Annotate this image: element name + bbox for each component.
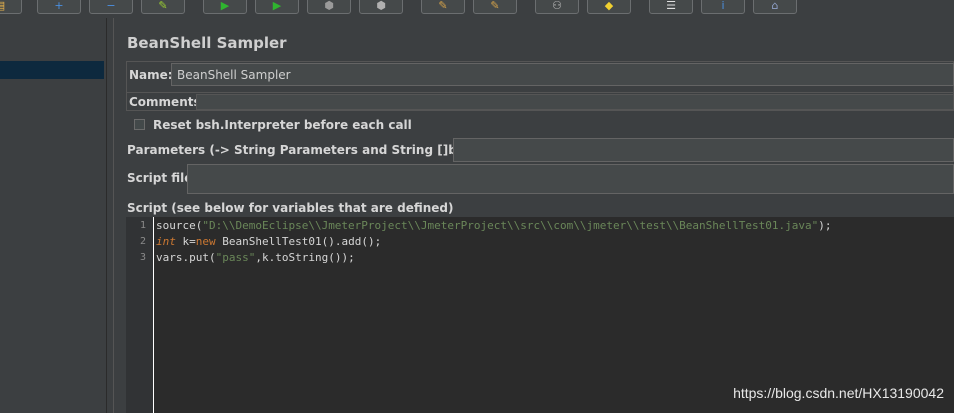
reset-interpreter-label: Reset bsh.Interpreter before each call <box>153 118 412 132</box>
add-button[interactable]: + <box>37 0 81 14</box>
start-no-pauses-button[interactable]: ▶ <box>255 0 299 14</box>
remote-button[interactable]: ⌂ <box>753 0 797 14</box>
name-field[interactable]: BeanShell Sampler <box>171 63 954 86</box>
code-token: ,k.toString()); <box>255 251 355 264</box>
watermark-url: https://blog.csdn.net/HX13190042 <box>733 385 944 401</box>
name-label: Name: <box>129 68 173 82</box>
script-label: Script (see below for variables that are… <box>127 201 454 215</box>
open-icon: ▤ <box>0 0 5 11</box>
panel-title: BeanShell Sampler <box>127 34 287 52</box>
code-line-1[interactable]: source("D:\\DemoEclipse\\JmeterProject\\… <box>156 219 832 232</box>
code-token: ); <box>818 219 832 232</box>
code-string: "D:\\DemoEclipse\\JmeterProject\\JmeterP… <box>202 219 819 232</box>
code-line-2[interactable]: int k=new BeanShellTest01().add(); <box>156 235 381 248</box>
reset-interpreter-checkbox[interactable] <box>134 119 145 130</box>
stop-icon: ⬢ <box>324 0 334 12</box>
shutdown-button[interactable]: ⬢ <box>359 0 403 14</box>
search-button[interactable]: ⚇ <box>535 0 579 14</box>
sampler-panel: BeanShell Sampler Name: BeanShell Sample… <box>114 18 954 413</box>
script-file-field[interactable] <box>187 164 954 194</box>
code-string: "pass" <box>215 251 256 264</box>
toggle-icon: ✎ <box>158 0 168 12</box>
open-button[interactable]: ▤ <box>0 0 22 14</box>
toolbar: ▤ + − ✎ ▶ ▶ ⬢ ⬢ ✎ ✎ ⚇ ◆ ☰ i ⌂ <box>0 0 954 18</box>
clear-all-icon: ✎ <box>490 0 500 12</box>
help-button[interactable]: i <box>701 0 745 14</box>
remote-icon: ⌂ <box>771 0 779 12</box>
shutdown-icon: ⬢ <box>376 0 386 12</box>
help-icon: i <box>721 0 725 12</box>
search-icon: ⚇ <box>552 0 562 12</box>
start-no-pauses-icon: ▶ <box>272 0 282 12</box>
code-keyword: int <box>156 235 176 248</box>
clear-button[interactable]: ✎ <box>421 0 465 14</box>
comments-label: Comments: <box>129 95 206 109</box>
code-keyword: new <box>195 235 216 248</box>
line-number: 3 <box>139 252 146 263</box>
comments-field[interactable] <box>196 94 954 110</box>
code-line-3[interactable]: vars.put("pass",k.toString()); <box>156 251 355 264</box>
start-button[interactable]: ▶ <box>203 0 247 14</box>
reset-search-button[interactable]: ◆ <box>587 0 631 14</box>
test-plan-tree[interactable] <box>0 18 106 413</box>
script-file-label: Script file <box>127 171 193 185</box>
add-icon: + <box>54 0 64 12</box>
reset-search-icon: ◆ <box>604 0 614 12</box>
start-icon: ▶ <box>220 0 230 12</box>
clear-icon: ✎ <box>438 0 448 12</box>
function-helper-button[interactable]: ☰ <box>649 0 693 14</box>
remove-icon: − <box>106 0 116 12</box>
code-token: vars.put( <box>156 251 216 264</box>
line-number-gutter: 1 2 3 <box>126 217 154 413</box>
toggle-button[interactable]: ✎ <box>141 0 185 14</box>
parameters-field[interactable] <box>453 138 954 162</box>
stop-button[interactable]: ⬢ <box>307 0 351 14</box>
code-token: BeanShellTest01().add(); <box>215 235 382 248</box>
clear-all-button[interactable]: ✎ <box>473 0 517 14</box>
line-number: 1 <box>139 220 146 231</box>
tree-selected-item[interactable] <box>0 61 104 79</box>
remove-button[interactable]: − <box>89 0 133 14</box>
script-editor[interactable]: 1 2 3 source("D:\\DemoEclipse\\JmeterPro… <box>126 217 954 413</box>
line-number: 2 <box>139 236 146 247</box>
function-helper-icon: ☰ <box>666 0 676 12</box>
code-token: k= <box>175 235 196 248</box>
panel-splitter[interactable] <box>106 18 114 413</box>
code-token: source( <box>156 219 203 232</box>
